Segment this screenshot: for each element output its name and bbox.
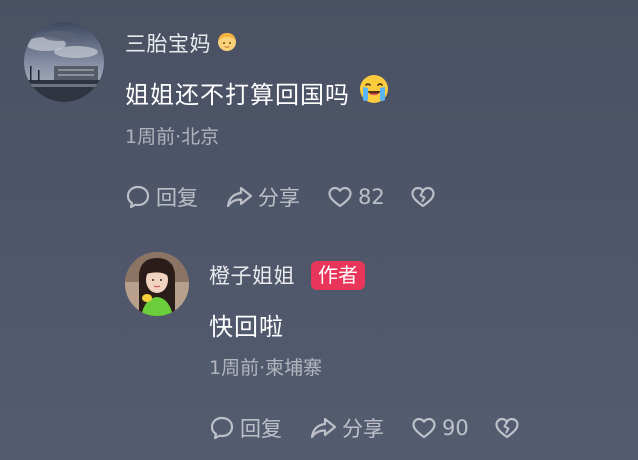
author-badge: 作者 xyxy=(311,260,365,290)
share-label: 分享 xyxy=(258,186,300,210)
reply-label: 回复 xyxy=(156,186,198,210)
broken-heart-icon xyxy=(411,186,435,208)
comment-meta: 1周前·北京 xyxy=(125,126,220,148)
share-arrow-icon xyxy=(226,186,253,208)
speech-bubble-icon xyxy=(210,416,234,440)
person-blond-icon xyxy=(216,30,238,56)
like-button[interactable]: 90 xyxy=(410,414,469,442)
heart-icon xyxy=(328,186,352,208)
avatar-photo-icon xyxy=(125,252,189,316)
comment-actions: 回复 分享 90 xyxy=(208,413,521,443)
dislike-button[interactable] xyxy=(409,183,437,211)
share-label: 分享 xyxy=(342,417,384,441)
like-count: 82 xyxy=(358,185,385,209)
share-button[interactable]: 分享 xyxy=(308,413,384,443)
heart-icon xyxy=(412,417,436,439)
comment-actions: 回复 分享 82 xyxy=(124,182,437,212)
username[interactable]: 橙子姐姐 xyxy=(209,260,295,290)
username[interactable]: 三胎宝妈 xyxy=(125,28,211,58)
avatar[interactable] xyxy=(125,252,189,316)
comment-author-row: 三胎宝妈 xyxy=(125,29,238,57)
comment-text-row: 姐姐还不打算回国吗 xyxy=(125,74,390,110)
reply-button[interactable]: 回复 xyxy=(208,413,282,443)
avatar-photo-icon xyxy=(24,22,104,102)
comment-text: 姐姐还不打算回国吗 xyxy=(125,80,350,109)
share-button[interactable]: 分享 xyxy=(224,182,300,212)
dislike-button[interactable] xyxy=(493,414,521,442)
comment-text: 快回啦 xyxy=(209,312,284,341)
reply-label: 回复 xyxy=(240,417,282,441)
share-arrow-icon xyxy=(310,417,337,439)
reply-button[interactable]: 回复 xyxy=(124,182,198,212)
comment-meta: 1周前·柬埔寨 xyxy=(209,357,323,379)
broken-heart-icon xyxy=(495,417,519,439)
like-button[interactable]: 82 xyxy=(326,183,385,211)
avatar[interactable] xyxy=(24,22,104,102)
crying-face-icon xyxy=(358,73,390,111)
reply-author-row: 橙子姐姐 作者 xyxy=(209,259,365,291)
speech-bubble-icon xyxy=(126,185,150,209)
like-count: 90 xyxy=(442,416,469,440)
reply-text-row: 快回啦 xyxy=(209,306,284,342)
